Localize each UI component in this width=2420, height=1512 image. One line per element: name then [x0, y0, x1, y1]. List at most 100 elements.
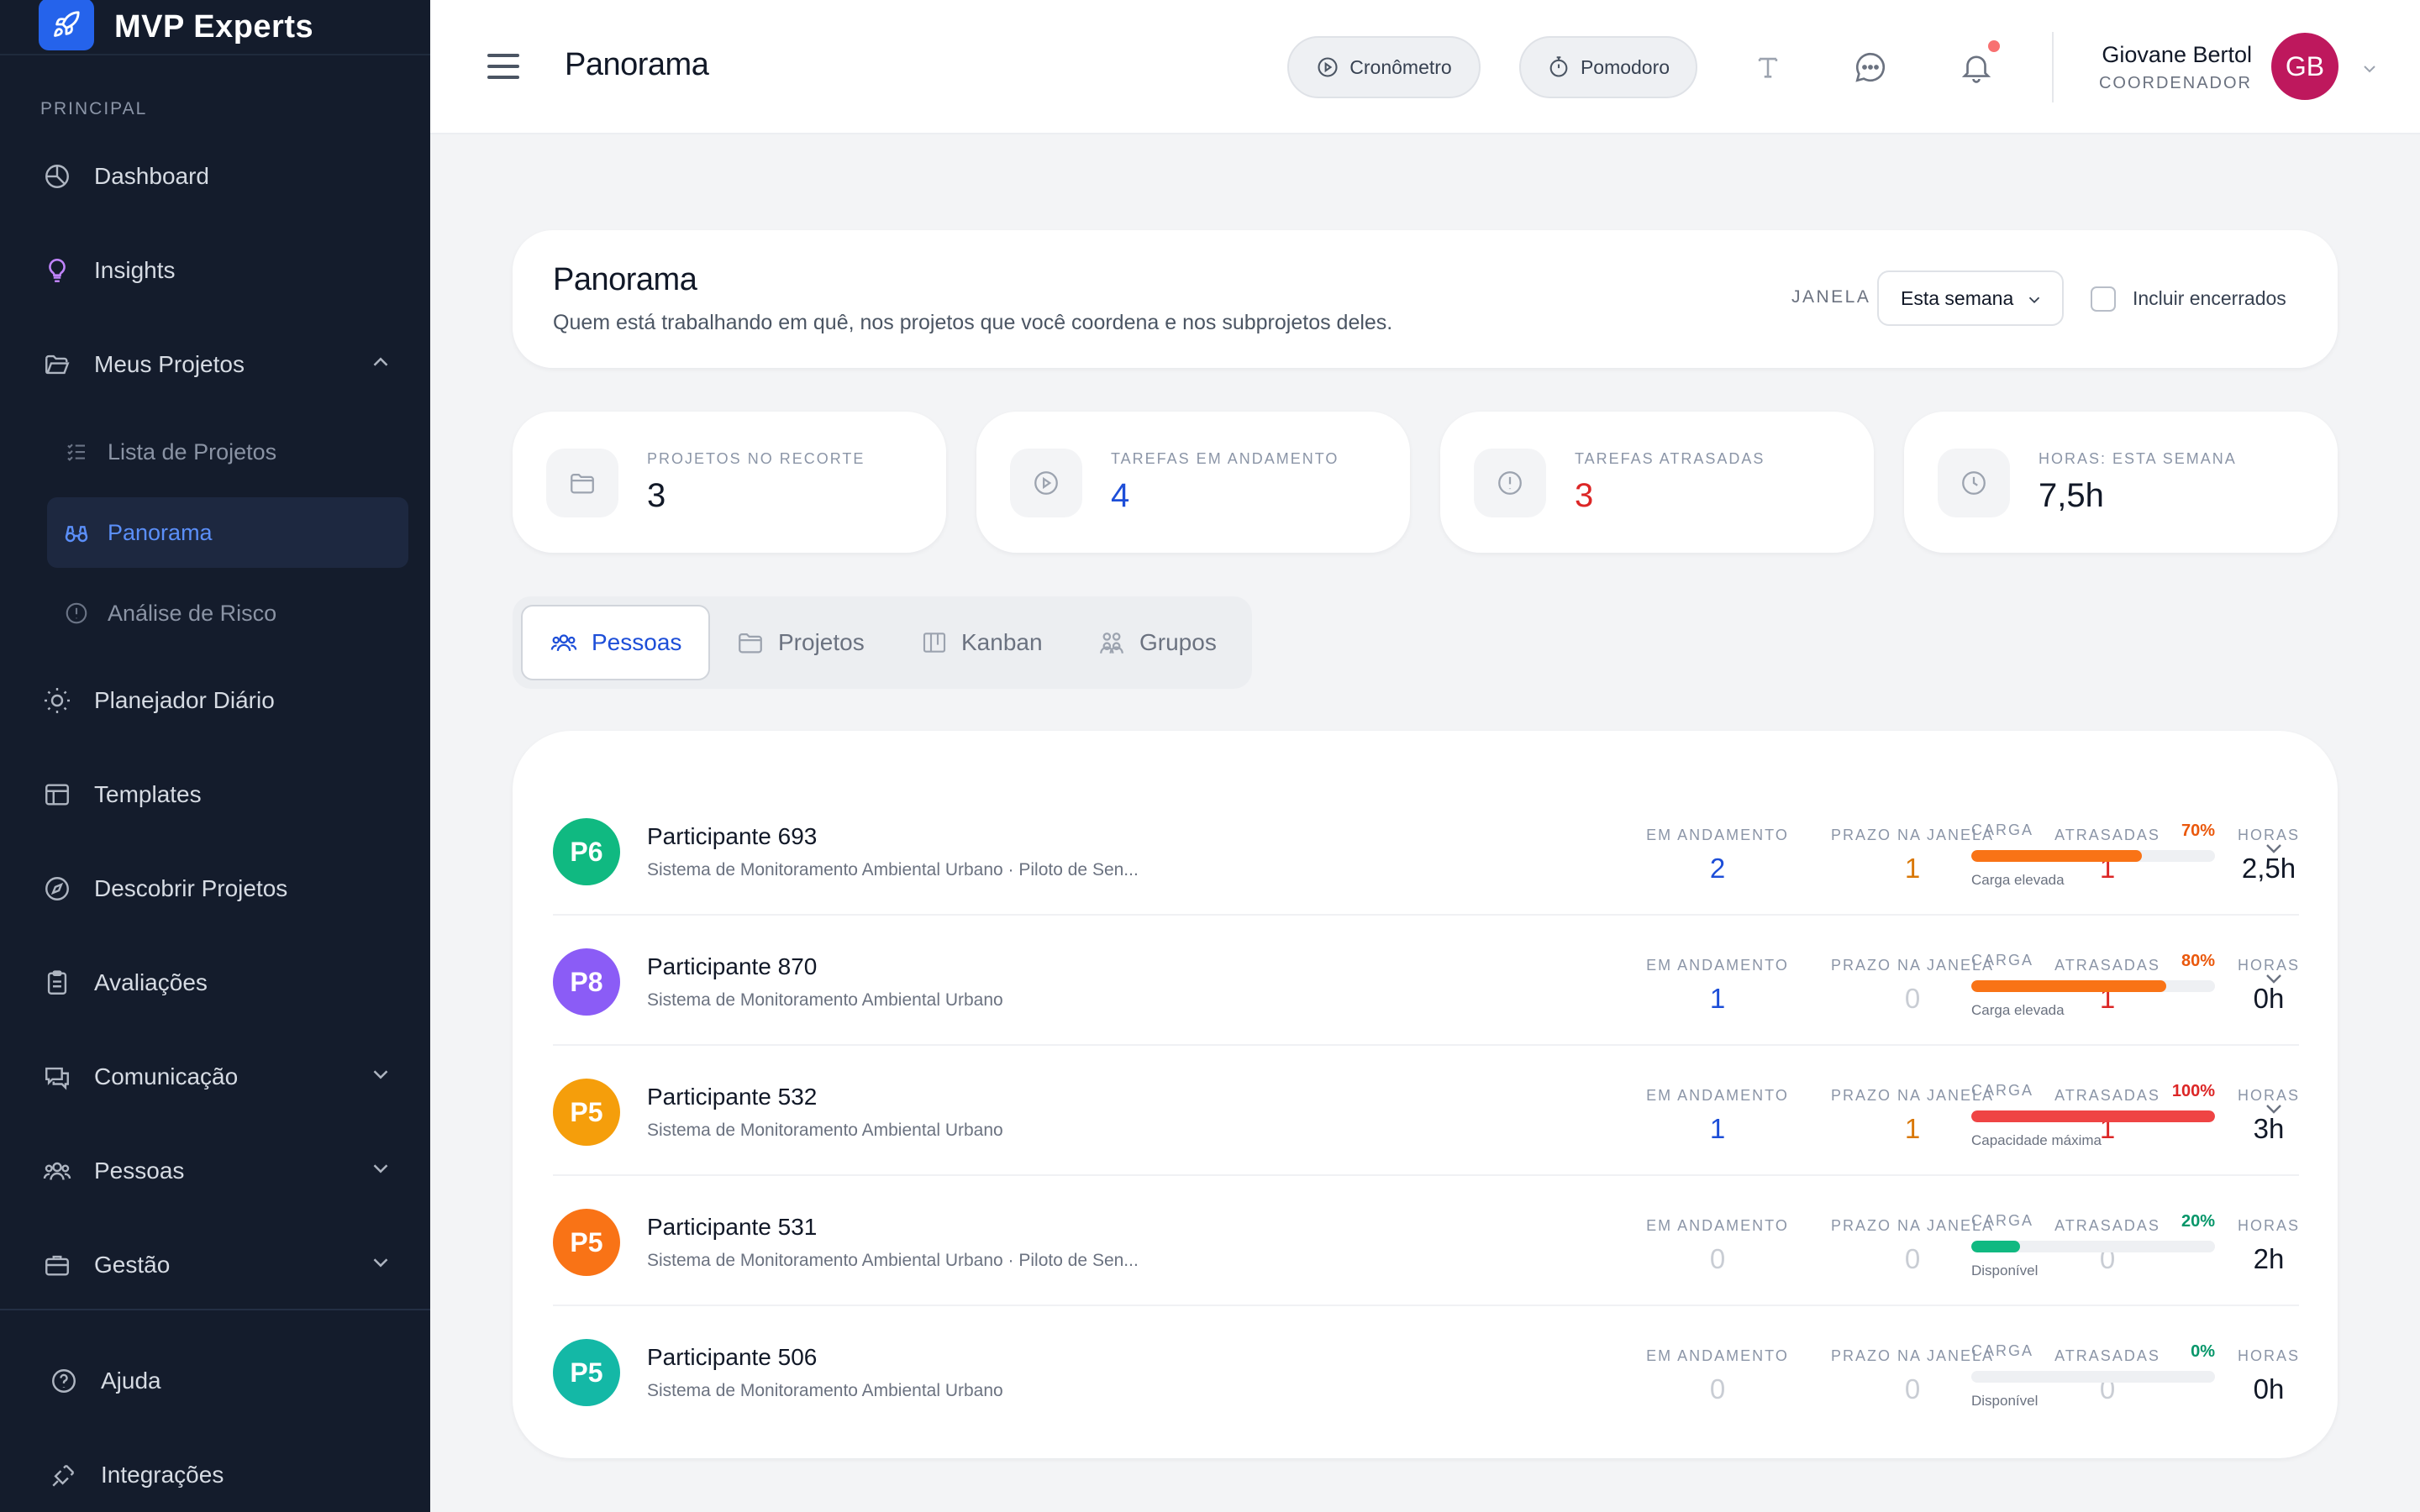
rocket-icon [39, 0, 94, 50]
load-label: CARGA [1971, 1082, 2034, 1099]
metric-value: 1 [1709, 1113, 1726, 1144]
sidebar-item-planejador-diario[interactable]: Planejador Diário [40, 670, 393, 731]
load-indicator: CARGA 100% Capacidade máxima [1971, 1082, 2215, 1149]
chevron-down-icon[interactable] [2360, 59, 2380, 79]
janela-value: Esta semana [1901, 286, 2014, 309]
stat-label: TAREFAS ATRASADAS [1575, 450, 1765, 467]
person-projects: Sistema de Monitoramento Ambiental Urban… [647, 1381, 1003, 1400]
person-projects: Sistema de Monitoramento Ambiental Urban… [647, 860, 1139, 879]
pomodoro-button[interactable]: Pomodoro [1519, 36, 1697, 98]
sidebar-item-label: Integrações [101, 1462, 224, 1488]
folder-open-icon [40, 348, 74, 381]
load-indicator: CARGA 80% Carga elevada [1971, 952, 2215, 1019]
sidebar-item-dashboard[interactable]: Dashboard [40, 146, 393, 207]
chevron-down-icon[interactable] [2260, 835, 2287, 862]
sidebar-item-label: Panorama [108, 519, 213, 545]
load-status: Disponível [1971, 1393, 2039, 1409]
sidebar-item-label: Lista de Projetos [108, 438, 277, 465]
text-size-icon[interactable] [1749, 49, 1786, 86]
tab-projetos[interactable]: Projetos [709, 605, 892, 680]
person-name: Participante 531 [647, 1214, 818, 1240]
load-percent: 20% [2181, 1212, 2215, 1231]
person-row[interactable]: P5 Participante 531 Sistema de Monitoram… [553, 1177, 2299, 1306]
janela-select[interactable]: Esta semana [1877, 270, 2064, 326]
sidebar-item-lista-de-projetos[interactable]: Lista de Projetos [47, 417, 408, 487]
metric-value: 0 [1709, 1243, 1726, 1274]
person-row[interactable]: P6 Participante 693 Sistema de Monitoram… [553, 786, 2299, 916]
load-label: CARGA [1971, 1212, 2034, 1229]
menu-icon[interactable] [486, 50, 523, 82]
stat-card-projetos: PROJETOS NO RECORTE 3 [513, 412, 946, 553]
checklist-icon [62, 438, 91, 466]
chevron-up-icon [368, 349, 393, 375]
kanban-icon [921, 629, 948, 656]
load-percent: 0% [2191, 1342, 2215, 1361]
include-closed-label[interactable]: Incluir encerrados [2133, 287, 2286, 310]
include-closed-checkbox[interactable] [2091, 286, 2116, 312]
section-label: PRINCIPAL [40, 99, 148, 118]
load-status: Carga elevada [1971, 1002, 2065, 1018]
chevron-down-icon[interactable] [2260, 965, 2287, 992]
tab-kanban[interactable]: Kanban [894, 605, 1070, 680]
person-row[interactable]: P8 Participante 870 Sistema de Monitoram… [553, 916, 2299, 1046]
timer-icon [1547, 55, 1570, 79]
sidebar-item-templates[interactable]: Templates [40, 764, 393, 825]
chat-bubble-icon[interactable] [1852, 49, 1889, 86]
person-row[interactable]: P5 Participante 506 Sistema de Monitoram… [553, 1307, 2299, 1436]
load-status: Carga elevada [1971, 872, 2065, 888]
sidebar-divider [0, 1309, 430, 1310]
sidebar-item-label: Comunicação [94, 1063, 239, 1089]
cronometro-label: Cronômetro [1349, 55, 1452, 78]
tab-label: Grupos [1139, 629, 1217, 655]
sidebar-item-pessoas[interactable]: Pessoas [40, 1141, 393, 1201]
section-subtitle: Quem está trabalhando em quê, nos projet… [553, 311, 1393, 334]
sidebar-item-label: Ajuda [101, 1368, 161, 1394]
sidebar-item-gestao[interactable]: Gestão [40, 1235, 393, 1295]
load-percent: 100% [2171, 1082, 2215, 1100]
avatar[interactable]: GB [2271, 33, 2338, 100]
sidebar-item-label: Pessoas [94, 1158, 185, 1184]
sidebar-item-panorama[interactable]: Panorama [47, 497, 408, 568]
person-avatar: P5 [553, 1079, 620, 1146]
alert-circle-icon [1474, 449, 1546, 517]
sidebar-item-ajuda[interactable]: Ajuda [47, 1351, 400, 1411]
sidebar-item-integracoes[interactable]: Integrações [47, 1445, 400, 1505]
sidebar-item-comunicacao[interactable]: Comunicação [40, 1047, 393, 1107]
play-circle-icon [1010, 449, 1082, 517]
sidebar-item-label: Gestão [94, 1252, 171, 1278]
load-percent: 80% [2181, 952, 2215, 970]
sidebar-item-meus-projetos[interactable]: Meus Projetos [40, 334, 393, 395]
sidebar-item-insights[interactable]: Insights [40, 240, 393, 301]
cronometro-button[interactable]: Cronômetro [1287, 36, 1481, 98]
chevron-down-icon [368, 1062, 393, 1087]
load-percent: 70% [2181, 822, 2215, 840]
person-name: Participante 870 [647, 953, 818, 979]
person-row[interactable]: P5 Participante 532 Sistema de Monitoram… [553, 1047, 2299, 1176]
sidebar-item-descobrir-projetos[interactable]: Descobrir Projetos [40, 858, 393, 919]
person-projects: Sistema de Monitoramento Ambiental Urban… [647, 990, 1003, 1010]
bell-icon[interactable] [1958, 49, 1995, 86]
person-avatar: P8 [553, 948, 620, 1016]
tab-pessoas[interactable]: Pessoas [521, 605, 711, 680]
load-indicator: CARGA 0% Disponível [1971, 1342, 2215, 1410]
brand[interactable]: MVP Experts [0, 0, 430, 55]
sidebar-item-avaliacoes[interactable]: Avaliações [40, 953, 393, 1013]
load-indicator: CARGA 70% Carga elevada [1971, 822, 2215, 889]
tab-grupos[interactable]: Grupos [1071, 605, 1244, 680]
load-bar-track [1971, 850, 2215, 862]
person-avatar: P6 [553, 818, 620, 885]
stat-label: TAREFAS EM ANDAMENTO [1111, 450, 1339, 467]
stat-label: HORAS: ESTA SEMANA [2039, 450, 2237, 467]
chevron-down-icon[interactable] [2260, 1095, 2287, 1122]
metric-value: 0h [2253, 1373, 2285, 1404]
folder-icon [546, 449, 618, 517]
sidebar-item-label: Avaliações [94, 969, 208, 995]
person-projects: Sistema de Monitoramento Ambiental Urban… [647, 1251, 1139, 1270]
chat-icon [40, 1060, 74, 1094]
sidebar-item-label: Descobrir Projetos [94, 875, 288, 901]
metric-em-andamento: EM ANDAMENTO 0 [1625, 1347, 1810, 1405]
person-name: Participante 693 [647, 823, 818, 849]
sidebar-item-analise-de-risco[interactable]: Análise de Risco [47, 578, 408, 648]
metric-horas: HORAS 0h [2210, 1347, 2328, 1405]
metric-em-andamento: EM ANDAMENTO 2 [1625, 827, 1810, 885]
